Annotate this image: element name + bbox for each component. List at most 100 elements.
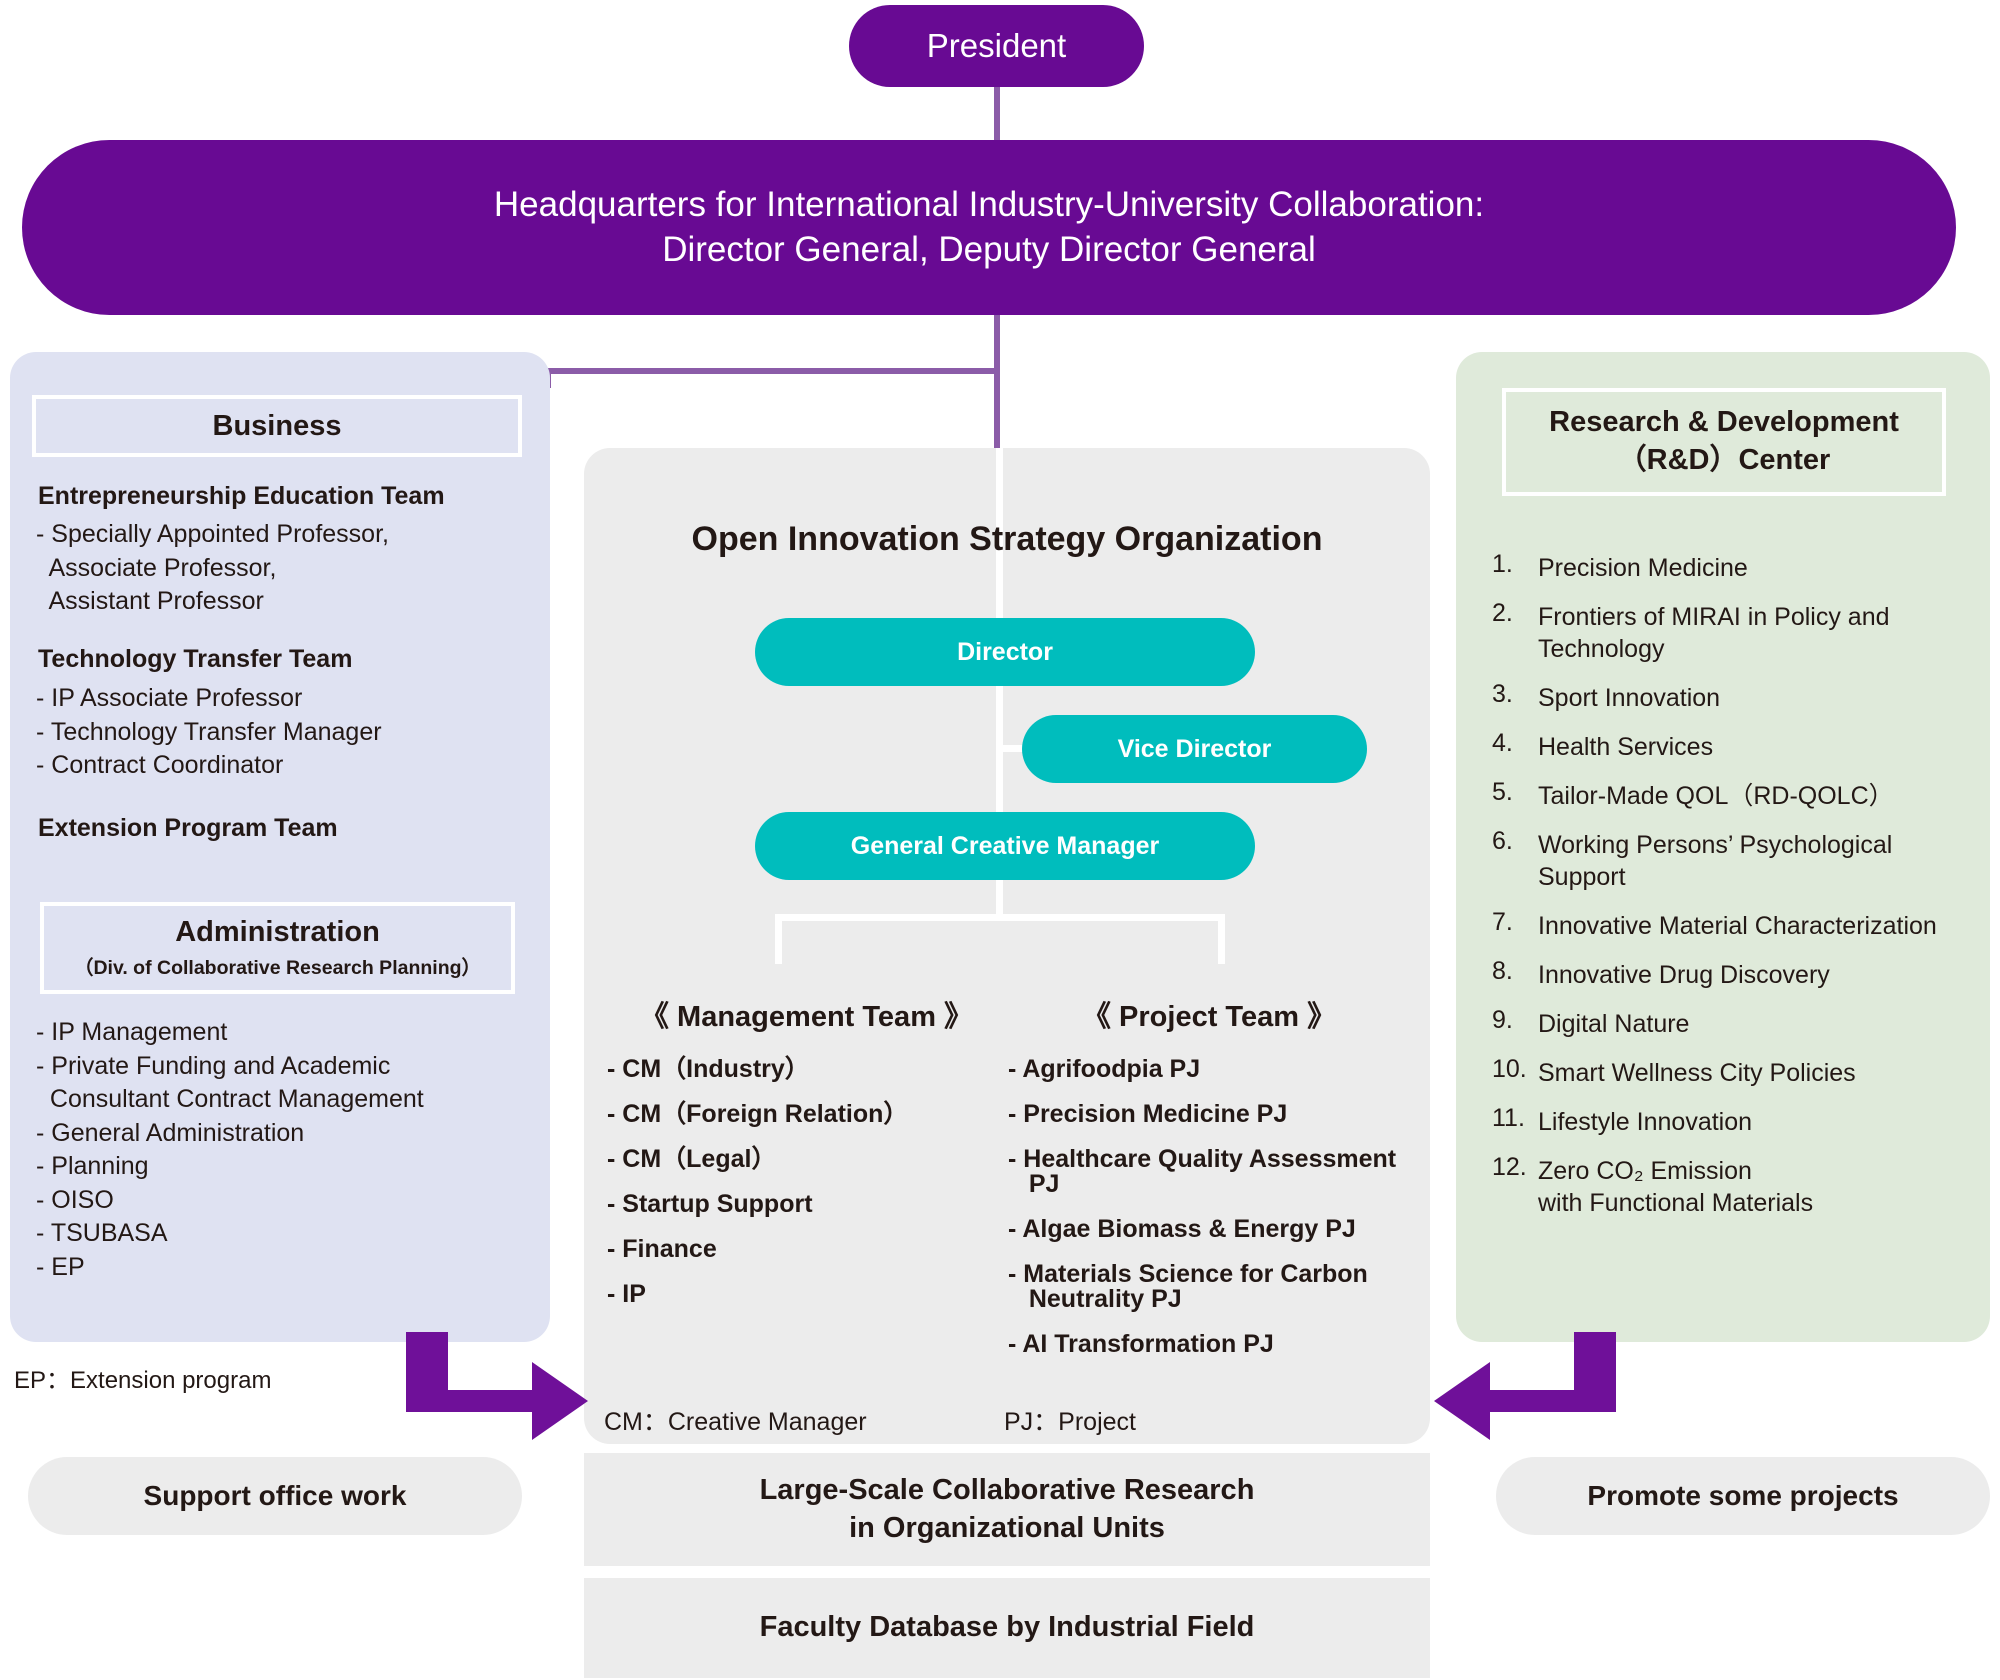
team-heading-extension-program: Extension Program Team	[38, 814, 338, 842]
list-item: - Precision Medicine PJ	[1008, 1100, 1288, 1128]
list-item: - IP Associate Professor	[36, 684, 303, 712]
list-item-label: Zero CO₂ Emission with Functional Materi…	[1538, 1157, 1814, 1217]
administration-subtitle: （Div. of Collaborative Research Planning…	[73, 957, 482, 979]
list-item-number: 8.	[1492, 957, 1513, 985]
list-item-label: Innovative Drug Discovery	[1538, 961, 1830, 989]
list-item-number: 12.	[1492, 1153, 1527, 1181]
list-item: 4. Health Services	[1492, 731, 1992, 763]
list-item: 7. Innovative Material Characterization	[1492, 910, 1992, 942]
list-item-number: 5.	[1492, 778, 1513, 806]
list-item: 2. Frontiers of MIRAI in Policy and Tech…	[1492, 601, 1992, 665]
list-item: 1. Precision Medicine	[1492, 552, 1992, 584]
rd-center-title: Research & Development （R&D）Center	[1502, 388, 1946, 496]
list-item: 11. Lifestyle Innovation	[1492, 1106, 1992, 1138]
headquarters-node: Headquarters for International Industry-…	[22, 140, 1956, 315]
management-team-heading: 《 Management Team 》	[640, 1001, 974, 1033]
rd-title-line1: Research & Development	[1549, 406, 1899, 439]
promote-projects-label: Promote some projects	[1587, 1480, 1899, 1511]
large-scale-research-line2: in Organizational Units	[849, 1511, 1165, 1544]
connector-to-management-team	[775, 914, 782, 964]
director-label: Director	[957, 637, 1053, 666]
list-item: - Healthcare Quality Assessment PJ	[1008, 1145, 1397, 1198]
list-item: 12. Zero CO₂ Emission with Functional Ma…	[1492, 1155, 1992, 1219]
list-item-label: Frontiers of MIRAI in Policy and Technol…	[1538, 603, 1890, 663]
list-item-label: Sport Innovation	[1538, 684, 1721, 712]
list-item: 10. Smart Wellness City Policies	[1492, 1057, 1992, 1089]
list-item: - AI Transformation PJ	[1008, 1330, 1274, 1358]
list-item: - CM（Industry）	[607, 1055, 810, 1083]
list-item-label: Tailor-Made QOL（RD-QOLC）	[1538, 782, 1894, 810]
list-item: Associate Professor,	[36, 553, 277, 582]
connector-president-to-hq	[994, 86, 1000, 142]
faculty-database-label: Faculty Database by Industrial Field	[759, 1611, 1255, 1644]
list-item: - Specially Appointed Professor,	[36, 520, 389, 548]
administration-label: Administration	[175, 916, 380, 948]
administration-title: Administration （Div. of Collaborative Re…	[40, 902, 515, 994]
list-item-label: Digital Nature	[1538, 1010, 1690, 1038]
team-items-entrepreneurship: - Specially Appointed Professor, Associa…	[36, 518, 389, 619]
headquarters-line2: Director General, Deputy Director Genera…	[662, 229, 1316, 269]
large-scale-research-line1: Large-Scale Collaborative Research	[759, 1473, 1255, 1506]
list-item-number: 4.	[1492, 729, 1513, 757]
list-item: - General Administration	[36, 1118, 305, 1147]
list-item: 3. Sport Innovation	[1492, 682, 1992, 714]
administration-items: - IP Management - Private Funding and Ac…	[36, 1016, 424, 1284]
open-innovation-title: Open Innovation Strategy Organization	[691, 520, 1323, 558]
rd-title-line2: （R&D）Center	[1617, 444, 1831, 476]
team-heading-entrepreneurship: Entrepreneurship Education Team	[38, 482, 445, 510]
team-heading-technology-transfer: Technology Transfer Team	[38, 645, 353, 673]
president-node: President	[849, 5, 1144, 87]
arrow-left-to-center-icon	[406, 1332, 588, 1440]
headquarters-line1: Headquarters for International Industry-…	[493, 184, 1485, 224]
list-item-number: 1.	[1492, 550, 1513, 578]
list-item: - CM（Foreign Relation）	[607, 1100, 909, 1128]
list-item: - Technology Transfer Manager	[36, 717, 382, 746]
list-item-number: 3.	[1492, 680, 1513, 708]
list-item-number: 9.	[1492, 1006, 1513, 1034]
list-item-number: 7.	[1492, 908, 1513, 936]
list-item: 9. Digital Nature	[1492, 1008, 1992, 1040]
list-item-label: Precision Medicine	[1538, 554, 1748, 582]
list-item: - IP Management	[36, 1018, 228, 1046]
faculty-database-bar: Faculty Database by Industrial Field	[584, 1578, 1430, 1678]
list-item: - Contract Coordinator	[36, 751, 284, 779]
list-item: Consultant Contract Management	[36, 1085, 424, 1113]
connector-director-to-vice	[996, 745, 1024, 752]
list-item: Assistant Professor	[36, 587, 264, 615]
connector-hq-horizontal	[545, 368, 1000, 374]
rd-center-items: 1. Precision Medicine 2. Frontiers of MI…	[1492, 552, 1992, 1236]
list-item: - Algae Biomass & Energy PJ	[1008, 1215, 1356, 1243]
list-item: - TSUBASA	[36, 1219, 168, 1247]
vice-director-label: Vice Director	[1117, 734, 1272, 763]
list-item: - IP	[607, 1280, 646, 1308]
list-item-label: Working Persons’ Psychological Support	[1538, 831, 1893, 891]
list-item-label: Health Services	[1538, 733, 1714, 761]
list-item-number: 10.	[1492, 1055, 1527, 1083]
list-item: - Private Funding and Academic	[36, 1051, 391, 1080]
list-item: 5. Tailor-Made QOL（RD-QOLC）	[1492, 780, 1992, 812]
list-item: 6. Working Persons’ Psychological Suppor…	[1492, 829, 1992, 893]
legend-creative-manager: CM：Creative Manager	[604, 1408, 867, 1436]
general-creative-manager-node: General Creative Manager	[755, 812, 1255, 880]
arrow-right-to-center-icon	[1434, 1332, 1616, 1440]
director-node: Director	[755, 618, 1255, 686]
project-team-heading: 《 Project Team 》	[1082, 1001, 1337, 1033]
support-office-work-label: Support office work	[143, 1480, 407, 1511]
connector-to-project-team	[1218, 914, 1225, 964]
list-item-label: Innovative Material Characterization	[1538, 912, 1937, 940]
org-chart-diagram: President Headquarters for International…	[0, 0, 2000, 1680]
list-item-number: 2.	[1492, 599, 1513, 627]
team-items-technology-transfer: - IP Associate Professor - Technology Tr…	[36, 682, 382, 783]
list-item: - OISO	[36, 1185, 114, 1214]
list-item: - Planning	[36, 1152, 149, 1180]
large-scale-research-bar: Large-Scale Collaborative Research in Or…	[584, 1453, 1430, 1566]
support-office-work-chip: Support office work	[28, 1457, 522, 1535]
list-item-label: Smart Wellness City Policies	[1538, 1059, 1856, 1087]
legend-project: PJ：Project	[1004, 1408, 1136, 1436]
list-item: - CM（Legal）	[607, 1145, 777, 1173]
management-team-items: - CM（Industry） - CM（Foreign Relation） - …	[607, 1057, 987, 1327]
list-item: 8. Innovative Drug Discovery	[1492, 959, 1992, 991]
promote-projects-chip: Promote some projects	[1496, 1457, 1990, 1535]
project-team-items: - Agrifoodpia PJ - Precision Medicine PJ…	[1008, 1057, 1408, 1377]
list-item: - Finance	[607, 1235, 717, 1263]
